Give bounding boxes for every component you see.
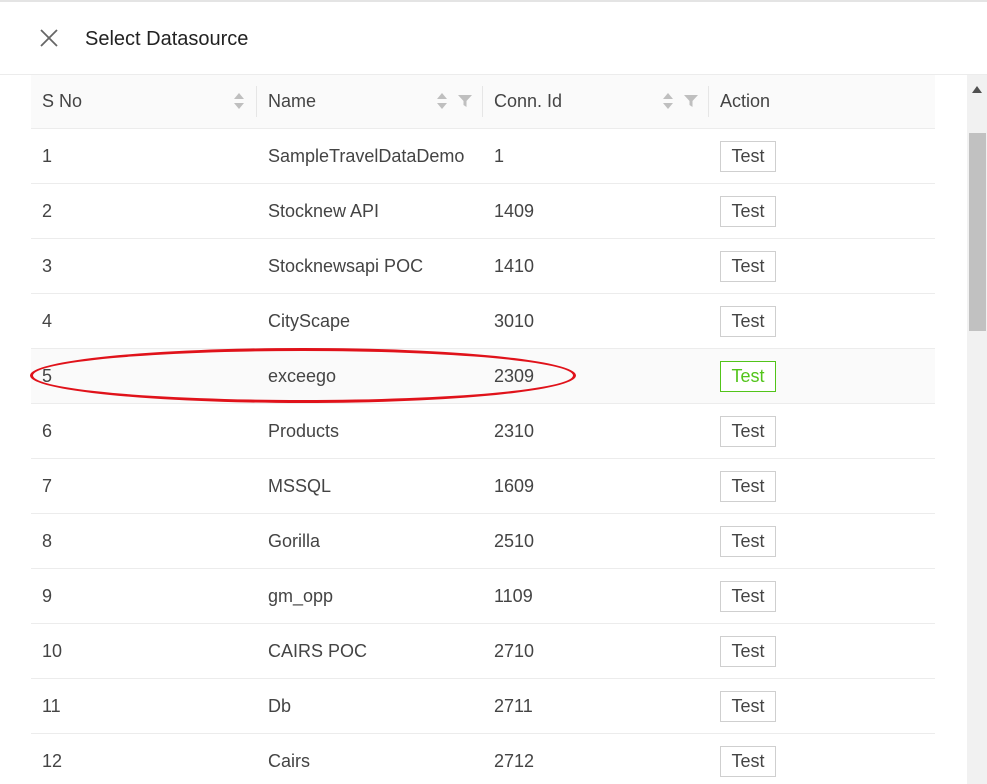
cell-action: Test [709, 238, 935, 294]
cell-action: Test [709, 623, 935, 679]
column-label: Action [720, 91, 771, 111]
scrollbar-thumb[interactable] [969, 133, 986, 331]
scroll-up-button[interactable] [967, 83, 987, 97]
column-header-sno: S No [31, 75, 257, 129]
cell-name: Db [257, 678, 483, 734]
table-row[interactable]: 12 Cairs 2712 Test [31, 733, 935, 784]
cell-name: exceego [257, 348, 483, 404]
cell-name: Products [257, 403, 483, 459]
cell-name: Cairs [257, 733, 483, 784]
cell-conn-id: 2510 [483, 513, 709, 569]
cell-conn-id: 1609 [483, 458, 709, 514]
cell-action: Test [709, 293, 935, 349]
test-button[interactable]: Test [720, 415, 776, 447]
vertical-scrollbar[interactable] [967, 75, 987, 784]
table-row[interactable]: 3 Stocknewsapi POC 1410 Test [31, 238, 935, 294]
table-row[interactable]: 8 Gorilla 2510 Test [31, 513, 935, 569]
cell-sno: 6 [31, 403, 257, 459]
table-row[interactable]: 1 SampleTravelDataDemo 1 Test [31, 128, 935, 184]
column-header-conn-id: Conn. Id [483, 75, 709, 129]
column-label: Conn. Id [494, 91, 563, 111]
table-row-selected[interactable]: 5 exceego 2309 Test [31, 348, 935, 404]
cell-action: Test [709, 513, 935, 569]
cell-sno: 5 [31, 348, 257, 404]
cell-conn-id: 1 [483, 128, 709, 184]
cell-conn-id: 1409 [483, 183, 709, 239]
column-label: Name [268, 91, 317, 111]
cell-sno: 4 [31, 293, 257, 349]
cell-action: Test [709, 403, 935, 459]
cell-name: Gorilla [257, 513, 483, 569]
table-row[interactable]: 6 Products 2310 Test [31, 403, 935, 459]
dialog-title: Select Datasource [85, 28, 249, 50]
test-button[interactable]: Test [720, 305, 776, 337]
cell-sno: 7 [31, 458, 257, 514]
cell-name: CityScape [257, 293, 483, 349]
cell-sno: 3 [31, 238, 257, 294]
cell-name: Stocknewsapi POC [257, 238, 483, 294]
cell-action: Test [709, 348, 935, 404]
dialog-header: Select Datasource [0, 2, 987, 75]
cell-sno: 1 [31, 128, 257, 184]
cell-action: Test [709, 733, 935, 784]
test-button[interactable]: Test [720, 525, 776, 557]
scroll-up-arrow-icon [972, 86, 982, 93]
table-row[interactable]: 11 Db 2711 Test [31, 678, 935, 734]
cell-name: Stocknew API [257, 183, 483, 239]
test-button[interactable]: Test [720, 745, 776, 777]
cell-conn-id: 1410 [483, 238, 709, 294]
test-button[interactable]: Test [720, 470, 776, 502]
cell-conn-id: 2712 [483, 733, 709, 784]
cell-sno: 8 [31, 513, 257, 569]
cell-action: Test [709, 183, 935, 239]
sort-icon[interactable] [436, 92, 448, 110]
column-header-action: Action [709, 75, 935, 129]
cell-conn-id: 2310 [483, 403, 709, 459]
sort-icon[interactable] [662, 92, 674, 110]
test-button[interactable]: Test [720, 195, 776, 227]
column-label: S No [42, 91, 83, 111]
datasource-table: S No Name Conn. Id Action 1 SampleTravel… [31, 75, 935, 784]
table-row[interactable]: 10 CAIRS POC 2710 Test [31, 623, 935, 679]
cell-action: Test [709, 678, 935, 734]
test-button[interactable]: Test [720, 580, 776, 612]
cell-sno: 12 [31, 733, 257, 784]
cell-name: MSSQL [257, 458, 483, 514]
cell-sno: 9 [31, 568, 257, 624]
table-row[interactable]: 4 CityScape 3010 Test [31, 293, 935, 349]
test-button[interactable]: Test [720, 360, 776, 392]
cell-action: Test [709, 568, 935, 624]
table-body: 1 SampleTravelDataDemo 1 Test 2 Stocknew… [31, 128, 935, 784]
close-icon [40, 29, 58, 47]
filter-icon[interactable] [684, 94, 698, 108]
cell-conn-id: 2309 [483, 348, 709, 404]
test-button[interactable]: Test [720, 690, 776, 722]
cell-sno: 11 [31, 678, 257, 734]
cell-name: gm_opp [257, 568, 483, 624]
cell-conn-id: 2711 [483, 678, 709, 734]
test-button[interactable]: Test [720, 250, 776, 282]
table-row[interactable]: 7 MSSQL 1609 Test [31, 458, 935, 514]
cell-action: Test [709, 128, 935, 184]
table-header: S No Name Conn. Id Action [31, 75, 935, 129]
cell-sno: 10 [31, 623, 257, 679]
test-button[interactable]: Test [720, 140, 776, 172]
close-button[interactable] [38, 27, 60, 49]
cell-action: Test [709, 458, 935, 514]
cell-conn-id: 2710 [483, 623, 709, 679]
cell-conn-id: 1109 [483, 568, 709, 624]
table-row[interactable]: 2 Stocknew API 1409 Test [31, 183, 935, 239]
table-row[interactable]: 9 gm_opp 1109 Test [31, 568, 935, 624]
test-button[interactable]: Test [720, 635, 776, 667]
select-datasource-dialog: Select Datasource S No Name Conn. Id Act… [0, 0, 987, 784]
sort-icon[interactable] [233, 92, 245, 110]
cell-conn-id: 3010 [483, 293, 709, 349]
filter-icon[interactable] [458, 94, 472, 108]
column-header-name: Name [257, 75, 483, 129]
cell-name: CAIRS POC [257, 623, 483, 679]
cell-name: SampleTravelDataDemo [257, 128, 483, 184]
datasource-table-area: S No Name Conn. Id Action 1 SampleTravel… [0, 75, 967, 784]
cell-sno: 2 [31, 183, 257, 239]
